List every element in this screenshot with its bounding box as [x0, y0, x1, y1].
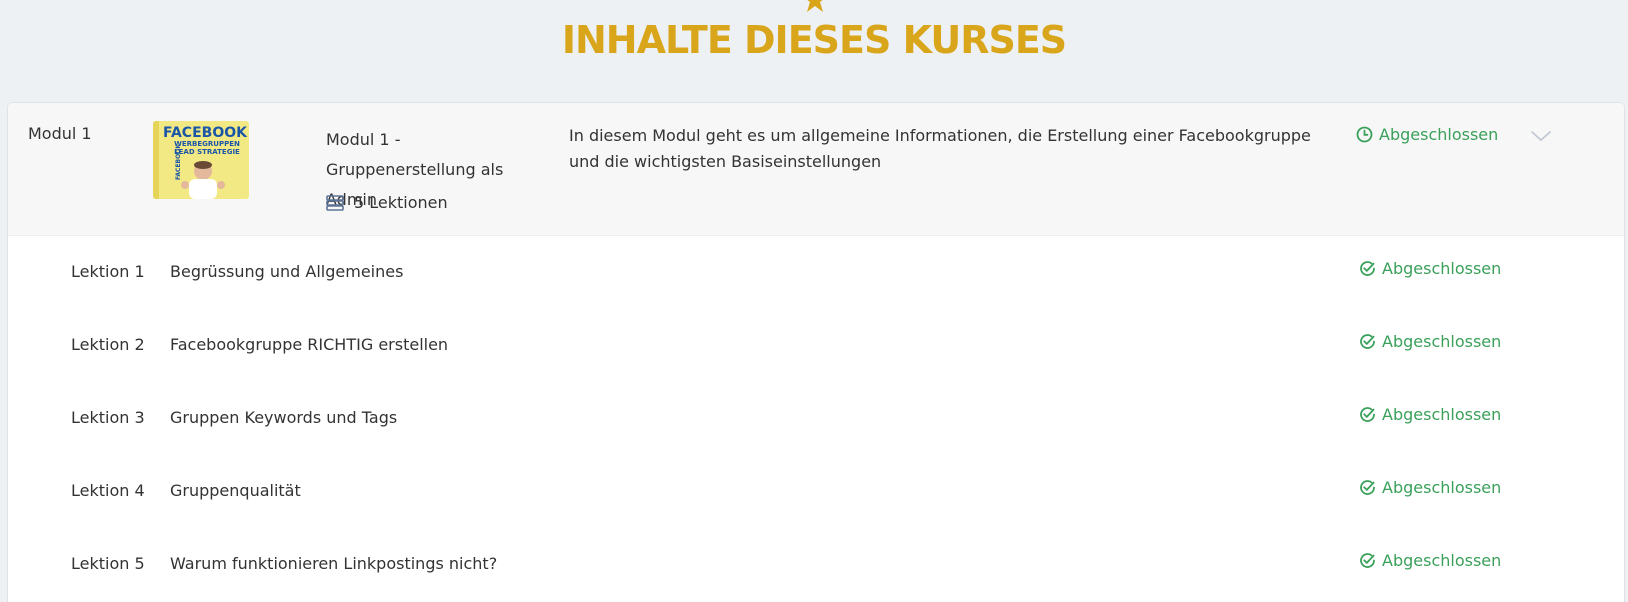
- lesson-status: Abgeschlossen: [1359, 551, 1501, 570]
- lesson-row[interactable]: Lektion 1 Begrüssung und Allgemeines Abg…: [8, 236, 1624, 309]
- module-label: Modul 1: [28, 124, 92, 143]
- lesson-title[interactable]: Gruppen Keywords und Tags: [170, 408, 397, 427]
- check-circle-icon: [1360, 407, 1375, 422]
- check-circle-icon: [1360, 261, 1375, 276]
- lesson-row[interactable]: Lektion 3 Gruppen Keywords und Tags Abge…: [8, 382, 1624, 455]
- star-icon: [807, 0, 823, 12]
- check-circle-icon: [1360, 334, 1375, 349]
- lesson-number: Lektion 4: [71, 481, 145, 500]
- page-title: INHALTE DIESES KURSES: [561, 18, 1067, 62]
- check-circle-icon: [1360, 480, 1375, 495]
- lesson-list: Lektion 1 Begrüssung und Allgemeines Abg…: [8, 236, 1624, 601]
- lesson-status: Abgeschlossen: [1359, 332, 1501, 351]
- lesson-status: Abgeschlossen: [1359, 405, 1501, 424]
- module-status-label: Abgeschlossen: [1379, 125, 1499, 144]
- lesson-row[interactable]: Lektion 4 Gruppenqualität Abgeschlossen: [8, 455, 1624, 528]
- module-thumbnail: FACEBOOK WERBEGRUPPEN LEAD STRATEGIE FAC…: [153, 121, 249, 199]
- svg-text:LEAD STRATEGIE: LEAD STRATEGIE: [174, 148, 240, 156]
- svg-text:FACEBOOK: FACEBOOK: [175, 144, 182, 180]
- module-description: In diesem Modul geht es um allgemeine In…: [569, 126, 1311, 171]
- lesson-title[interactable]: Warum funktionieren Linkpostings nicht?: [170, 554, 497, 573]
- lesson-row[interactable]: Lektion 2 Facebookgruppe RICHTIG erstell…: [8, 309, 1624, 382]
- lesson-title[interactable]: Facebookgruppe RICHTIG erstellen: [170, 335, 448, 354]
- lesson-number: Lektion 1: [71, 262, 145, 281]
- module-status: Abgeschlossen: [1356, 125, 1498, 144]
- lesson-status-label: Abgeschlossen: [1382, 259, 1502, 278]
- lesson-title[interactable]: Gruppenqualität: [170, 481, 301, 500]
- chevron-down-icon[interactable]: [1529, 129, 1553, 143]
- lesson-status-label: Abgeschlossen: [1382, 551, 1502, 570]
- lessons-count: 5 Lektionen: [326, 193, 448, 212]
- lesson-status: Abgeschlossen: [1359, 259, 1501, 278]
- book-stack-icon: [326, 194, 344, 211]
- lesson-number: Lektion 5: [71, 554, 145, 573]
- lesson-status-label: Abgeschlossen: [1382, 332, 1502, 351]
- lesson-status-label: Abgeschlossen: [1382, 405, 1502, 424]
- lesson-title[interactable]: Begrüssung und Allgemeines: [170, 262, 403, 281]
- lesson-status: Abgeschlossen: [1359, 478, 1501, 497]
- svg-text:FACEBOOK: FACEBOOK: [163, 125, 248, 141]
- clock-icon: [1356, 126, 1373, 143]
- lessons-count-label: 5 Lektionen: [354, 193, 448, 212]
- check-circle-icon: [1360, 553, 1375, 568]
- lesson-number: Lektion 3: [71, 408, 145, 427]
- svg-text:WERBEGRUPPEN: WERBEGRUPPEN: [174, 140, 240, 148]
- module-card: Modul 1 FACEBOOK WERBEGRUPPEN LEAD STRAT…: [7, 102, 1625, 602]
- lesson-status-label: Abgeschlossen: [1382, 478, 1502, 497]
- lesson-number: Lektion 2: [71, 335, 145, 354]
- module-header[interactable]: Modul 1 FACEBOOK WERBEGRUPPEN LEAD STRAT…: [8, 103, 1624, 236]
- lesson-row[interactable]: Lektion 5 Warum funktionieren Linkpostin…: [8, 528, 1624, 601]
